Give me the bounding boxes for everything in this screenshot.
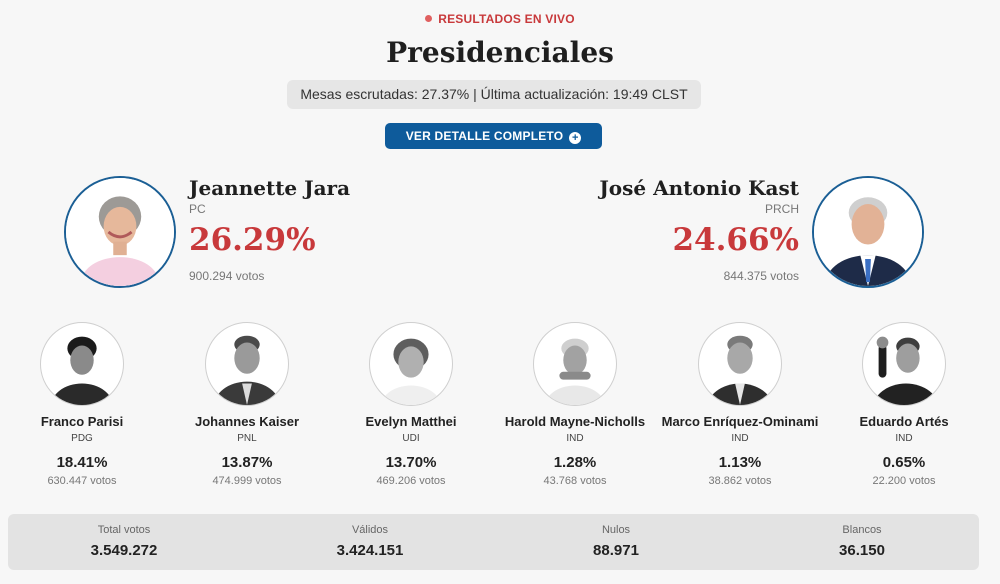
plus-circle-icon: + — [569, 132, 582, 144]
valid-votes-stat: Válidos 3.424.151 — [270, 524, 470, 559]
candidate-photo — [205, 322, 289, 406]
candidate-name: Johannes Kaiser — [194, 414, 300, 429]
candidate-party: IND — [895, 433, 913, 444]
candidate-percent: 13.87% — [221, 454, 273, 471]
candidate-name: Marco Enríquez-Ominami — [661, 414, 819, 429]
candidate-name: Harold Mayne-Nicholls — [504, 414, 646, 429]
candidate-party: UDI — [402, 433, 420, 444]
candidate-votes: 43.768 votos — [543, 475, 607, 487]
live-dot-icon — [425, 15, 433, 22]
leader-party: PC — [189, 202, 206, 216]
candidate-votes: 630.447 votos — [47, 475, 117, 487]
leader-name: José Antonio Kast — [599, 176, 799, 200]
total-votes-stat: Total votos 3.549.272 — [24, 524, 224, 559]
scrutiny-status: Mesas escrutadas: 27.37% | Última actual… — [287, 80, 701, 109]
totals-bar: Total votos 3.549.272 Válidos 3.424.151 … — [8, 514, 979, 570]
candidate-percent: 0.65% — [882, 454, 926, 471]
candidate-party: PDG — [71, 433, 93, 444]
stat-label: Válidos — [351, 524, 389, 536]
candidate-photo — [698, 322, 782, 406]
leader-photo-kast — [812, 176, 924, 288]
candidate-percent: 18.41% — [56, 454, 108, 471]
candidate-percent: 13.70% — [385, 454, 437, 471]
stat-label: Blancos — [842, 524, 882, 536]
leader-photo-jara — [64, 176, 176, 288]
candidate-photo — [862, 322, 946, 406]
candidate-card: Johannes Kaiser PNL 13.87% 474.999 votos — [165, 322, 329, 487]
candidate-votes: 38.862 votos — [708, 475, 772, 487]
person-portrait-icon — [814, 178, 922, 286]
person-portrait-icon — [380, 338, 442, 405]
candidate-party: PNL — [237, 433, 257, 444]
candidate-card: Eduardo Artés IND 0.65% 22.200 votos — [822, 322, 986, 487]
view-full-detail-button[interactable]: VER DETALLE COMPLETO + — [385, 123, 602, 149]
leader-percent: 24.66% — [672, 222, 799, 258]
stat-label: Total votos — [97, 524, 151, 536]
candidate-card: Marco Enríquez-Ominami IND 1.13% 38.862 … — [658, 322, 822, 487]
null-votes-stat: Nulos 88.971 — [516, 524, 716, 559]
stat-value: 88.971 — [593, 542, 639, 559]
person-portrait-icon — [50, 336, 114, 405]
view-full-detail-label: VER DETALLE COMPLETO — [405, 129, 564, 143]
candidate-party: IND — [731, 433, 749, 444]
candidate-percent: 1.28% — [553, 454, 597, 471]
live-results-label: RESULTADOS EN VIVO — [0, 12, 1000, 26]
candidate-photo — [533, 322, 617, 406]
candidate-photo — [369, 322, 453, 406]
candidate-name: Evelyn Matthei — [365, 414, 457, 429]
person-portrait-icon — [544, 338, 606, 405]
candidate-votes: 22.200 votos — [872, 475, 936, 487]
candidate-card: Harold Mayne-Nicholls IND 1.28% 43.768 v… — [493, 322, 657, 487]
candidate-photo — [40, 322, 124, 406]
blank-votes-stat: Blancos 36.150 — [762, 524, 962, 559]
leader-votes: 844.375 votos — [723, 269, 799, 283]
person-portrait-icon — [873, 336, 939, 405]
candidate-name: Eduardo Artés — [859, 414, 949, 429]
candidate-percent: 1.13% — [718, 454, 762, 471]
leader-percent: 26.29% — [189, 222, 316, 258]
leader-party: PRCH — [764, 202, 799, 216]
stat-label: Nulos — [601, 524, 631, 536]
candidate-votes: 469.206 votos — [376, 475, 446, 487]
stat-value: 3.424.151 — [336, 542, 404, 559]
person-portrait-icon — [66, 178, 174, 286]
live-results-text: RESULTADOS EN VIVO — [438, 12, 575, 26]
leader-name: Jeannette Jara — [189, 176, 351, 200]
person-portrait-icon — [707, 335, 773, 405]
candidate-party: IND — [566, 433, 584, 444]
leader-votes: 900.294 votos — [189, 269, 265, 283]
candidate-card: Evelyn Matthei UDI 13.70% 469.206 votos — [329, 322, 493, 487]
candidate-votes: 474.999 votos — [212, 475, 282, 487]
person-portrait-icon — [213, 335, 281, 405]
candidate-name: Franco Parisi — [40, 414, 124, 429]
stat-value: 3.549.272 — [90, 542, 158, 559]
stat-value: 36.150 — [839, 542, 885, 559]
page-title: Presidenciales — [386, 36, 614, 69]
candidate-card: Franco Parisi PDG 18.41% 630.447 votos — [0, 322, 164, 487]
